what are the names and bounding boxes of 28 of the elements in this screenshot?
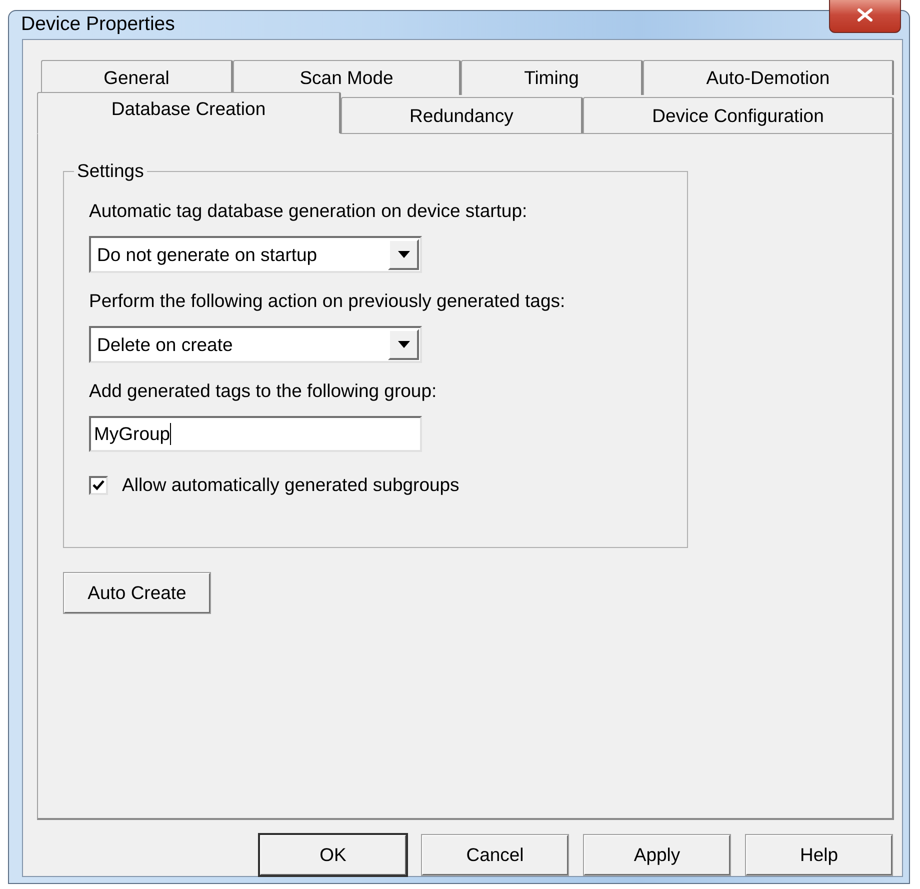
check-icon (92, 479, 105, 491)
dialog-button[interactable]: Cancel (421, 834, 569, 876)
field-label: Automatic tag database generation on device startup: (89, 200, 528, 223)
tab[interactable]: Timing (461, 60, 643, 95)
dropdown-arrow-button[interactable] (388, 329, 419, 360)
dropdown[interactable]: Do not generate on startup (89, 236, 422, 273)
auto-create-button[interactable]: Auto Create (63, 572, 211, 614)
field-label: Perform the following action on previously generated tags: (89, 290, 566, 313)
caret-icon (398, 341, 410, 348)
dialog-button[interactable]: OK (259, 834, 407, 876)
tab[interactable]: Device Configuration (583, 97, 894, 133)
tab[interactable]: Database Creation (37, 92, 341, 134)
dialog-button[interactable]: Help (745, 834, 893, 876)
checkbox[interactable] (89, 476, 108, 494)
tab[interactable]: Scan Mode (233, 60, 461, 95)
checkbox-label: Allow automatically generated subgroups (122, 474, 460, 496)
dropdown[interactable]: Delete on create (89, 326, 422, 363)
input-field[interactable]: MyGroup (89, 416, 422, 452)
window-title: Device Properties (21, 12, 175, 36)
dropdown-arrow-button[interactable] (388, 239, 419, 270)
dialog-button[interactable]: Apply (583, 834, 731, 876)
tab[interactable]: Redundancy (341, 97, 583, 133)
tab[interactable]: Auto-Demotion (643, 60, 894, 95)
close-icon (856, 8, 874, 22)
tab[interactable]: General (41, 60, 233, 95)
field-label: Add generated tags to the following group: (89, 380, 438, 403)
caret-icon (398, 251, 410, 258)
close-button[interactable] (829, 0, 901, 33)
